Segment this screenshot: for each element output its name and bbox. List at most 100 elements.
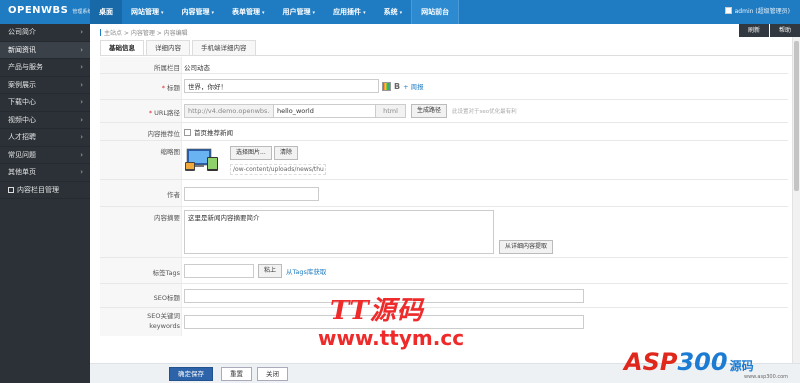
- url-hint: 此设置对于seo优化最有利: [452, 109, 517, 115]
- form-row-author: 作者: [100, 180, 788, 207]
- required-mark: *: [161, 84, 165, 92]
- sidebar-item-2[interactable]: 产品与服务 ›: [0, 59, 90, 77]
- url-suffix-field: [376, 104, 406, 118]
- sidebar-item-3[interactable]: 案例展示 ›: [0, 77, 90, 94]
- form-row-tags: 标签Tags 粘上 从Tags库获取: [100, 258, 788, 284]
- main-menu: 桌面 网站管理 ▾ 内容管理 ▾ 表单管理 ▾ 用户管理 ▾ 应用插件 ▾ 系统 ▾ 网站前台: [90, 0, 460, 24]
- color-picker-icon[interactable]: [382, 81, 391, 91]
- breadcrumb: 主站点 > 内容管理 > 内容编辑: [100, 28, 188, 37]
- sidebar-item-5[interactable]: 视频中心 ›: [0, 112, 90, 129]
- author-label: 作者: [167, 191, 180, 199]
- category-label: 所属栏目: [154, 64, 180, 72]
- topnav-item-2[interactable]: 内容管理 ▾: [173, 0, 224, 24]
- seo-keywords-label-cn: SEO关键词: [147, 312, 180, 320]
- form-row-seo-title: SEO标题: [100, 284, 788, 308]
- bold-toggle[interactable]: B: [394, 82, 400, 91]
- tags-label: 标签Tags: [152, 269, 180, 277]
- title-label: * 标题: [100, 82, 180, 92]
- topnav-label: 桌面: [99, 8, 113, 16]
- reset-button[interactable]: 重置: [221, 367, 252, 381]
- grid-icon: [8, 186, 14, 193]
- help-button[interactable]: 帮助: [769, 24, 800, 37]
- watermark-asp300-url: www.asp300.com: [744, 374, 789, 380]
- topnav-item-1[interactable]: 网站管理 ▾: [122, 0, 173, 24]
- sidebar-item-9[interactable]: 内容栏目管理: [0, 182, 90, 199]
- content-form: 所属栏目 公司动态 *标题 B + 周报 *URL路径 生成路径 此设置对于se: [100, 57, 788, 336]
- form-row-category: 所属栏目 公司动态: [100, 57, 788, 74]
- chevron-right-icon: ›: [80, 168, 83, 176]
- sidebar-item-4[interactable]: 下载中心 ›: [0, 94, 90, 112]
- tab-divider: [100, 55, 792, 56]
- tab-basic-info[interactable]: 基础信息: [100, 40, 144, 56]
- tab-mobile-detail[interactable]: 手机端详细内容: [192, 40, 256, 55]
- url-slug-input[interactable]: [274, 104, 376, 118]
- sidebar-item-6[interactable]: 人才招聘 ›: [0, 129, 90, 147]
- seo-keywords-label: SEO关键词 keywords: [100, 311, 180, 331]
- chevron-right-icon: ›: [80, 28, 83, 36]
- chevron-right-icon: ›: [80, 115, 83, 124]
- quick-actions: 刷新 帮助: [738, 24, 800, 37]
- user-name: admin (超级管理员): [734, 8, 790, 15]
- thumbnail-preview-image: [185, 148, 218, 171]
- chevron-right-icon: ›: [80, 45, 83, 54]
- sidebar-item-0[interactable]: 公司简介 ›: [0, 24, 90, 42]
- tags-input[interactable]: [184, 264, 254, 278]
- topnav-item-5[interactable]: 应用插件 ▾: [324, 0, 375, 24]
- watermark-asp-text: ASP: [624, 348, 678, 376]
- vertical-scrollbar[interactable]: [792, 37, 800, 363]
- brand-name: OPENWBS: [8, 5, 69, 16]
- close-button[interactable]: 关闭: [257, 367, 288, 381]
- summary-label: 内容摘要: [154, 214, 180, 222]
- form-row-recommend: 内容推荐位 首页推荐新闻: [100, 123, 788, 141]
- sidebar-item-7[interactable]: 常见问题 ›: [0, 147, 90, 164]
- topnav-label: 网站前台: [421, 8, 450, 16]
- chevron-down-icon: ▾: [161, 10, 164, 16]
- refresh-button[interactable]: 刷新: [738, 24, 769, 37]
- chevron-down-icon: ▾: [312, 10, 316, 16]
- topnav-label: 内容管理: [181, 8, 210, 16]
- scrollbar-thumb[interactable]: [794, 41, 799, 191]
- topnav-item-7[interactable]: 网站前台: [411, 0, 460, 24]
- sidebar-item-label: 人才招聘: [8, 133, 36, 141]
- extract-summary-button[interactable]: 从详细内容提取: [499, 240, 554, 254]
- tab-bar: 基础信息 详细内容 手机端详细内容: [100, 40, 258, 56]
- chevron-down-icon: ▾: [211, 10, 215, 16]
- form-row-summary: 内容摘要 这里是新闻内容摘要简介 从详细内容提取: [100, 207, 788, 258]
- chevron-right-icon: ›: [80, 98, 83, 106]
- watermark-yuanma-text: 源码: [729, 359, 754, 373]
- topnav-item-3[interactable]: 表单管理 ▾: [223, 0, 274, 24]
- choose-image-button[interactable]: 选择图片...: [230, 146, 272, 160]
- summary-textarea[interactable]: 这里是新闻内容摘要简介: [184, 210, 494, 254]
- user-menu[interactable]: admin (超级管理员): [724, 6, 790, 15]
- generate-path-button[interactable]: 生成路径: [411, 104, 448, 118]
- sidebar-item-label: 案例展示: [8, 80, 36, 89]
- topnav-item-4[interactable]: 用户管理 ▾: [274, 0, 325, 24]
- tab-detail-content[interactable]: 详细内容: [146, 40, 190, 55]
- title-input[interactable]: [184, 79, 379, 93]
- tags-library-link[interactable]: 从Tags库获取: [286, 266, 326, 276]
- paste-tags-button[interactable]: 粘上: [258, 264, 283, 278]
- sidebar-item-8[interactable]: 其他单页 ›: [0, 164, 90, 182]
- author-input[interactable]: [184, 187, 319, 201]
- app-logo[interactable]: OPENWBS 管理系统: [8, 5, 92, 19]
- topnav-item-6[interactable]: 系统 ▾: [375, 0, 412, 24]
- recommend-label: 内容推荐位: [147, 130, 181, 138]
- clear-image-button[interactable]: 清除: [274, 146, 299, 160]
- sidebar-item-1[interactable]: 新闻资讯 ›: [0, 41, 90, 59]
- sidebar-item-label: 其他单页: [8, 168, 36, 176]
- chevron-down-icon: ▾: [262, 10, 265, 16]
- topnav-item-0[interactable]: 桌面: [90, 0, 122, 24]
- url-label-text: URL路径: [154, 109, 180, 117]
- seo-keywords-label-en: keywords: [149, 322, 180, 330]
- title-more-link[interactable]: + 周报: [403, 81, 424, 91]
- recommend-checkbox[interactable]: [184, 128, 191, 136]
- topnav-label: 应用插件: [333, 8, 362, 16]
- thumbnail-label: 缩略图: [160, 148, 181, 156]
- url-prefix-field: [184, 104, 274, 118]
- save-button[interactable]: 确定保存: [169, 367, 213, 381]
- form-row-url: *URL路径 生成路径 此设置对于seo优化最有利: [100, 100, 788, 123]
- watermark-ttym-url: www.ttym.cc: [318, 326, 465, 350]
- category-value: 公司动态: [184, 64, 210, 72]
- sidebar-item-label: 公司简介: [8, 28, 36, 36]
- chevron-right-icon: ›: [80, 150, 83, 159]
